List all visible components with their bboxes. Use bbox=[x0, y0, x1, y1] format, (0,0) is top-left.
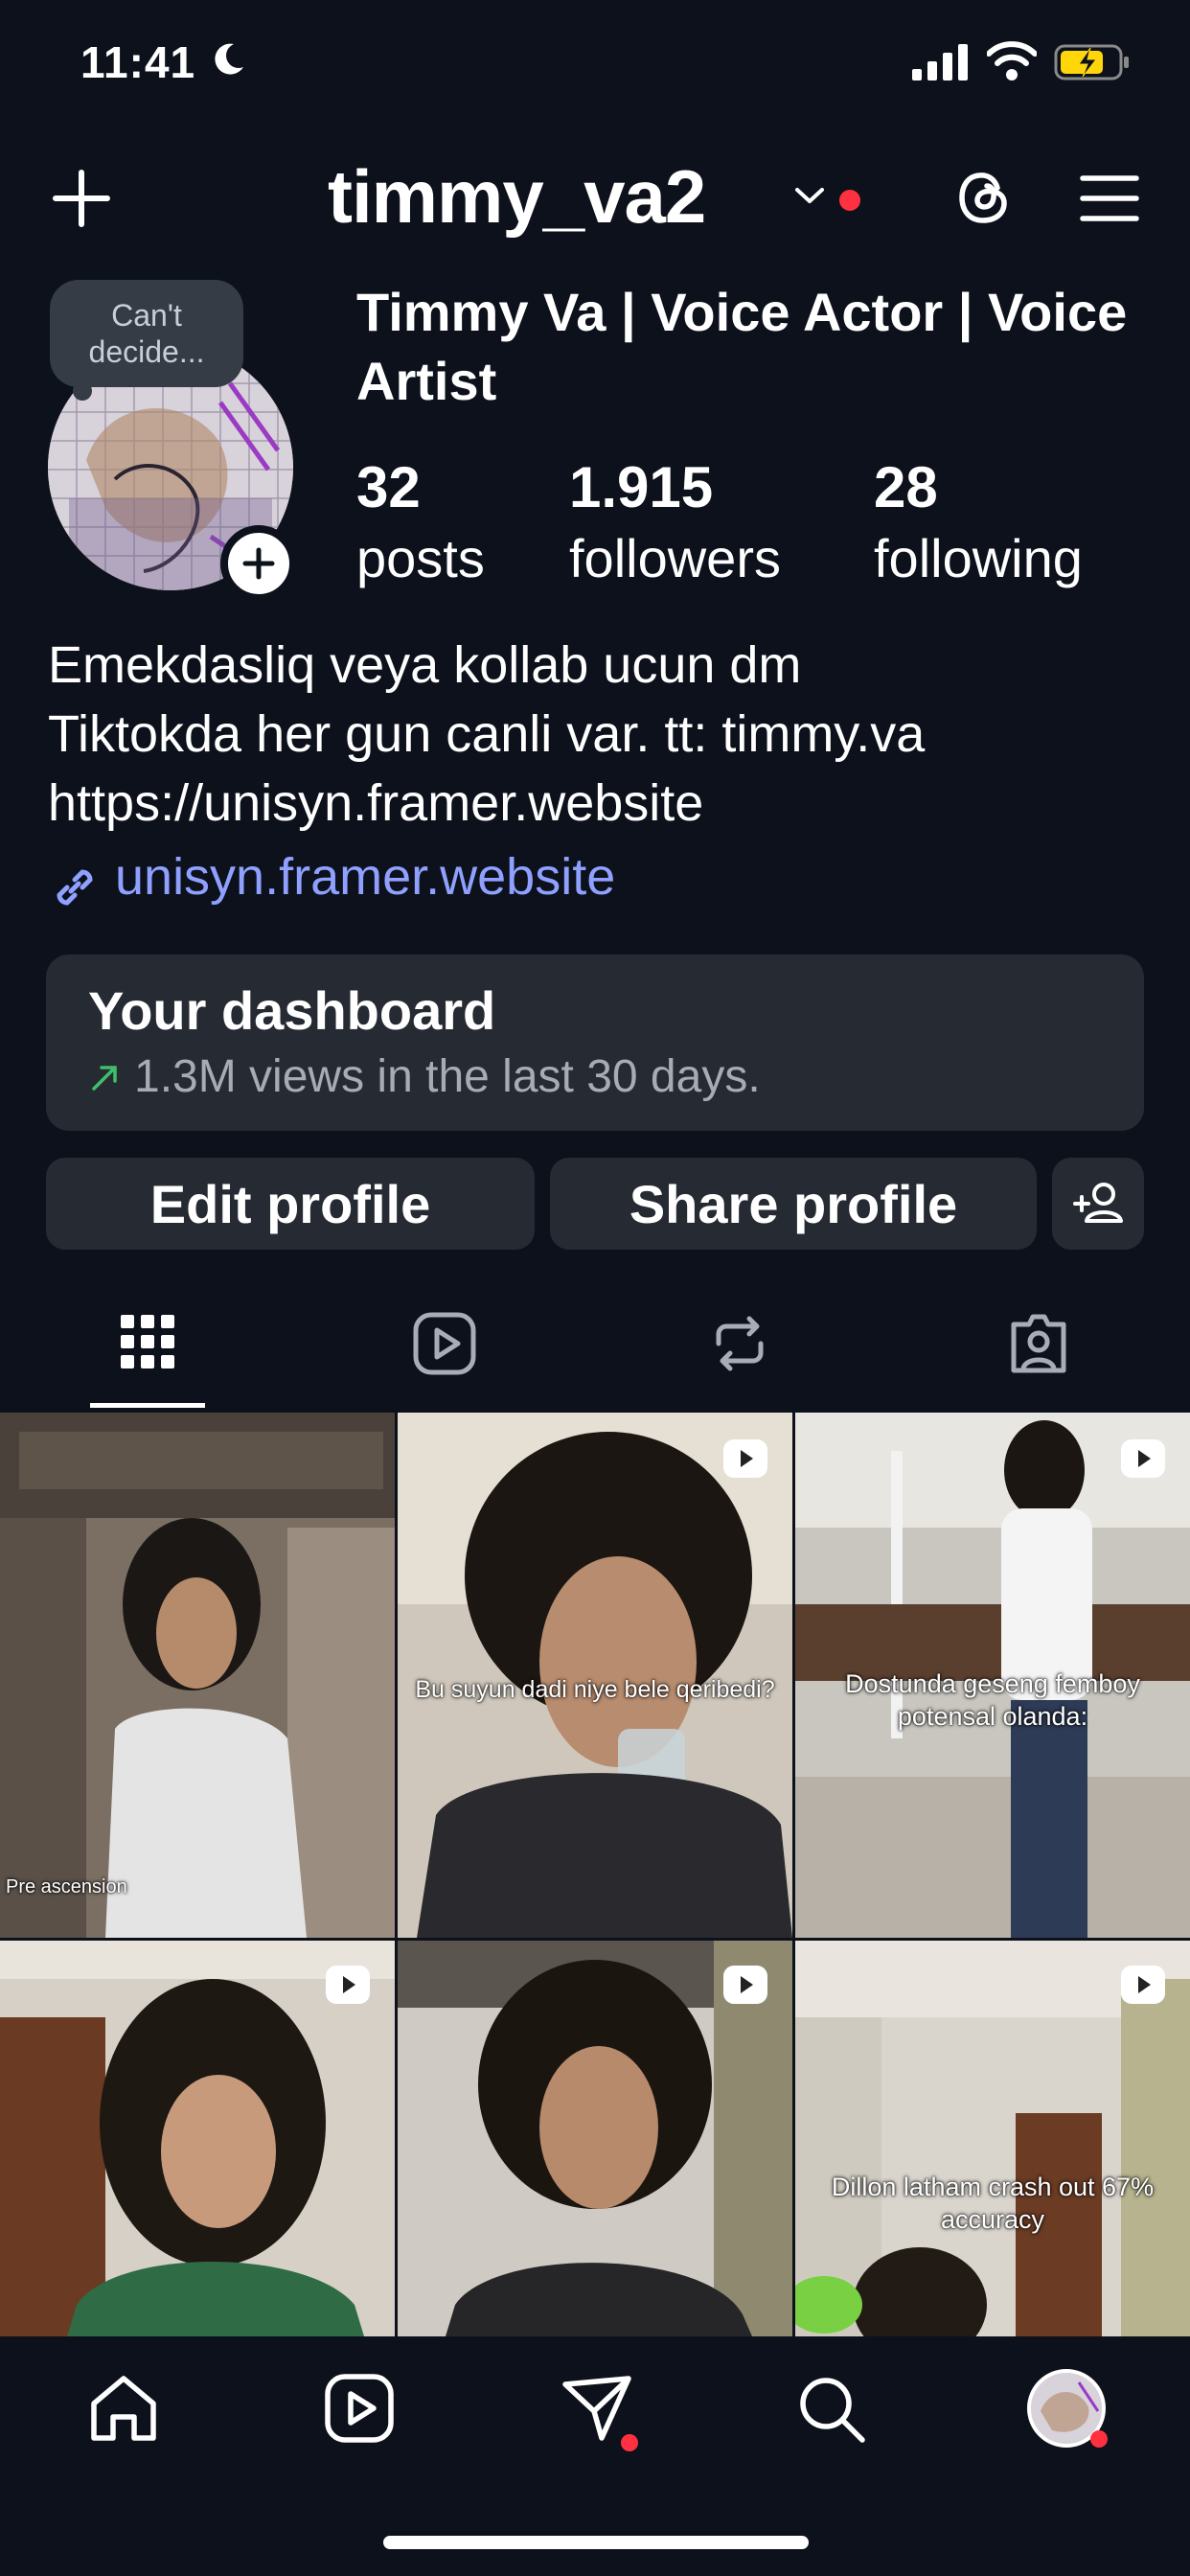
menu-icon[interactable] bbox=[1079, 172, 1140, 224]
add-person-icon bbox=[1073, 1183, 1123, 1223]
post-caption: Dillon latham crash out 67% accuracy bbox=[831, 2173, 1155, 2234]
moon-icon bbox=[215, 43, 243, 75]
home-indicator bbox=[383, 2536, 809, 2549]
reposts-tab-icon[interactable] bbox=[701, 1305, 778, 1382]
plus-icon bbox=[242, 547, 275, 580]
wifi-icon bbox=[987, 41, 1037, 80]
battery-charging-icon bbox=[1054, 44, 1129, 80]
note-bubble[interactable]: Can't decide... bbox=[50, 280, 243, 387]
home-icon[interactable] bbox=[86, 2371, 161, 2446]
threads-icon[interactable] bbox=[952, 165, 1018, 230]
share-profile-button[interactable]: Share profile bbox=[550, 1158, 1037, 1250]
note-bubble-tail bbox=[73, 381, 92, 401]
bio-line: Tiktokda her gun canli var. tt: timmy.va bbox=[48, 705, 926, 763]
status-time: 11:41 bbox=[80, 37, 196, 87]
display-name: Timmy Va | Voice Actor | Voice Artist bbox=[356, 282, 1128, 411]
reel-badge-icon bbox=[1121, 1966, 1165, 2004]
post-caption: Pre ascension bbox=[6, 1876, 127, 1898]
dashboard-views: 1.3M views in the last 30 days. bbox=[134, 1051, 761, 1102]
reel-badge-icon bbox=[723, 1966, 767, 2004]
post-caption: Bu suyun dadi niye bele qeribedi? bbox=[415, 1676, 775, 1703]
reels-tab-icon[interactable] bbox=[406, 1305, 483, 1382]
create-plus-button[interactable] bbox=[52, 169, 111, 228]
bio-line: Emekdasliq veya kollab ucun dm bbox=[48, 636, 802, 694]
post-tile-2[interactable]: Bu suyun dadi niye bele qeribedi? bbox=[398, 1413, 792, 1938]
post-image bbox=[0, 1413, 395, 1938]
trend-up-icon bbox=[92, 1066, 117, 1091]
reels-icon[interactable] bbox=[322, 2371, 397, 2446]
website-link[interactable]: unisyn.framer.website bbox=[115, 847, 615, 907]
followers-count[interactable]: 1.915 bbox=[569, 454, 713, 520]
followers-label[interactable]: followers bbox=[569, 527, 781, 589]
post-tile-1[interactable]: Pre ascension bbox=[0, 1413, 395, 1938]
username-switcher[interactable]: timmy_va2 bbox=[328, 153, 706, 241]
post-tile-4[interactable] bbox=[0, 1941, 395, 2336]
add-story-button[interactable] bbox=[220, 525, 297, 602]
search-icon[interactable] bbox=[793, 2371, 868, 2446]
post-caption: Dostunda geseng femboy potensal olanda: bbox=[845, 1669, 1140, 1731]
dashboard-card[interactable]: Your dashboard 1.3M views in the last 30… bbox=[46, 954, 1144, 1131]
notification-dot bbox=[839, 190, 860, 211]
posts-label[interactable]: posts bbox=[356, 527, 485, 589]
chevron-down-icon[interactable] bbox=[793, 184, 826, 207]
discover-people-button[interactable] bbox=[1052, 1158, 1144, 1250]
tagged-tab-icon[interactable] bbox=[1000, 1305, 1077, 1382]
post-tile-3[interactable]: Dostunda geseng femboy potensal olanda: bbox=[795, 1413, 1190, 1938]
reel-badge-icon bbox=[723, 1439, 767, 1478]
edit-profile-button[interactable]: Edit profile bbox=[46, 1158, 535, 1250]
post-tile-6[interactable]: Dillon latham crash out 67% accuracy bbox=[795, 1941, 1190, 2336]
reel-badge-icon bbox=[326, 1966, 370, 2004]
grid-tab-icon[interactable] bbox=[109, 1305, 186, 1382]
dashboard-title: Your dashboard bbox=[88, 980, 496, 1041]
following-count[interactable]: 28 bbox=[874, 454, 938, 520]
messages-notification-dot bbox=[621, 2434, 638, 2451]
bio: Emekdasliq veya kollab ucun dm Tiktokda … bbox=[48, 631, 1150, 838]
messages-icon[interactable] bbox=[560, 2371, 634, 2446]
active-tab-indicator bbox=[90, 1403, 205, 1408]
following-label[interactable]: following bbox=[874, 527, 1083, 589]
profile-notification-dot bbox=[1090, 2430, 1108, 2448]
posts-count[interactable]: 32 bbox=[356, 454, 421, 520]
post-tile-5[interactable] bbox=[398, 1941, 792, 2336]
link-icon bbox=[57, 869, 93, 906]
reel-badge-icon bbox=[1121, 1439, 1165, 1478]
bio-line[interactable]: https://unisyn.framer.website bbox=[48, 769, 1150, 838]
cellular-signal-icon bbox=[912, 44, 968, 80]
